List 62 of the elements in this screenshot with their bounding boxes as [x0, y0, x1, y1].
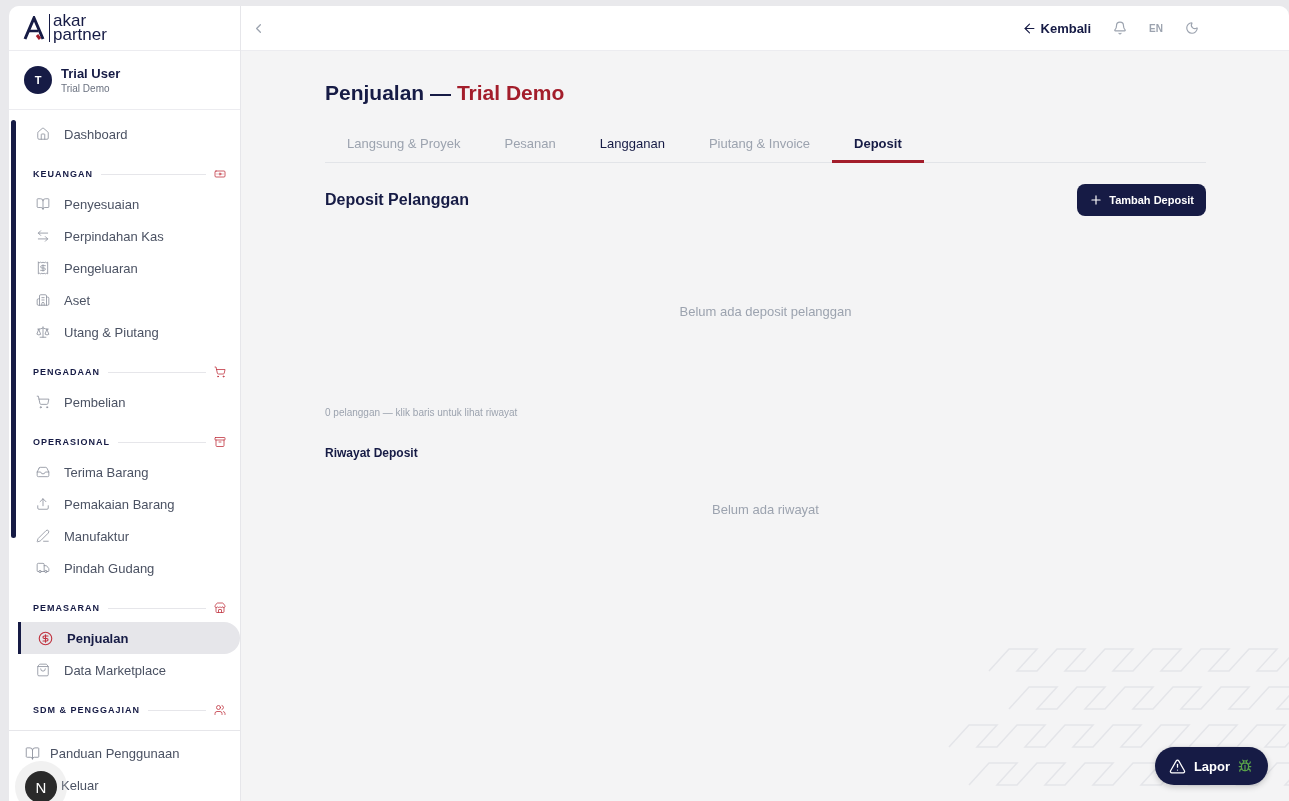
archive-icon — [214, 436, 226, 448]
empty-message: Belum ada riwayat — [711, 501, 820, 519]
sidebar-item[interactable]: Pengeluaran — [18, 252, 240, 284]
inbox-icon — [36, 465, 50, 479]
scrollbar-thumb[interactable] — [11, 120, 16, 538]
upload-icon — [36, 497, 50, 511]
company-name: Trial Demo — [61, 83, 111, 94]
sidebar-item[interactable]: Penjualan — [18, 622, 240, 654]
dev-badge[interactable]: N — [25, 771, 57, 801]
plus-icon — [1089, 193, 1104, 207]
sidebar-item[interactable]: Utang & Piutang — [18, 316, 240, 348]
moon-icon — [1185, 21, 1199, 35]
section-heading: PENGADAAN — [33, 367, 100, 377]
pen-icon — [36, 529, 50, 543]
count-note: 0 pelanggan — klik baris untuk lihat riwayat — [325, 407, 519, 418]
section-title: Riwayat Deposit — [325, 446, 419, 460]
sidebar-item[interactable]: Pemakaian Barang — [18, 488, 240, 520]
user-name: Trial User — [61, 66, 121, 81]
bug-icon — [1238, 759, 1252, 773]
bag-icon — [36, 663, 50, 677]
user-avatar: T — [24, 66, 52, 94]
banknote-icon — [214, 168, 226, 180]
scale-icon — [36, 325, 50, 339]
back-link[interactable]: Kembali — [1015, 19, 1098, 37]
sidebar-item[interactable]: Dashboard — [18, 118, 240, 150]
sidebar-item[interactable]: Panduan Penggunaan — [17, 737, 240, 769]
users-icon — [214, 704, 226, 716]
book-icon — [25, 745, 40, 761]
page-title: Penjualan — Trial Demo — [325, 81, 566, 105]
building-icon — [36, 293, 50, 307]
receipt-icon — [36, 261, 50, 275]
sidebar-item[interactable]: Pindah Gudang — [18, 552, 240, 584]
empty-message: Belum ada deposit pelanggan — [678, 303, 853, 321]
add-deposit-button[interactable]: Tambah Deposit — [1077, 184, 1206, 216]
truck-icon — [36, 561, 50, 575]
bell-icon — [1113, 21, 1128, 35]
sidebar-item[interactable]: Manufaktur — [18, 520, 240, 552]
cart-icon — [36, 395, 50, 409]
tab[interactable]: Deposit — [832, 127, 924, 163]
sidebar-item[interactable]: Perpindahan Kas — [18, 220, 240, 252]
tab[interactable]: Langganan — [577, 127, 687, 163]
home-icon — [36, 127, 50, 141]
sidebar-item[interactable]: Aset — [18, 284, 240, 316]
sidebar-item[interactable]: Data Marketplace — [18, 654, 240, 686]
section-heading: OPERASIONAL — [33, 437, 110, 447]
arrows-icon — [36, 229, 50, 243]
book-icon — [36, 197, 50, 211]
store-icon — [214, 602, 226, 614]
section-heading: SDM & PENGGAJIAN — [33, 705, 140, 715]
section-title: Deposit Pelanggan — [325, 191, 470, 209]
warning-icon — [1168, 757, 1186, 775]
sidebar-item[interactable]: Terima Barang — [18, 456, 240, 488]
section-heading: KEUANGAN — [33, 169, 93, 179]
dollar-icon — [38, 630, 53, 646]
sidebar-item[interactable]: Penyesuaian — [18, 188, 240, 220]
sidebar-item[interactable]: Pembelian — [18, 386, 240, 418]
logo-text: akar partner — [49, 14, 107, 42]
dark-mode-button[interactable] — [1183, 19, 1201, 37]
cart-icon — [214, 366, 226, 378]
report-button[interactable]: Lapor — [1154, 747, 1268, 785]
section-heading: PEMASARAN — [33, 603, 100, 613]
logo-mark-icon — [23, 16, 45, 40]
